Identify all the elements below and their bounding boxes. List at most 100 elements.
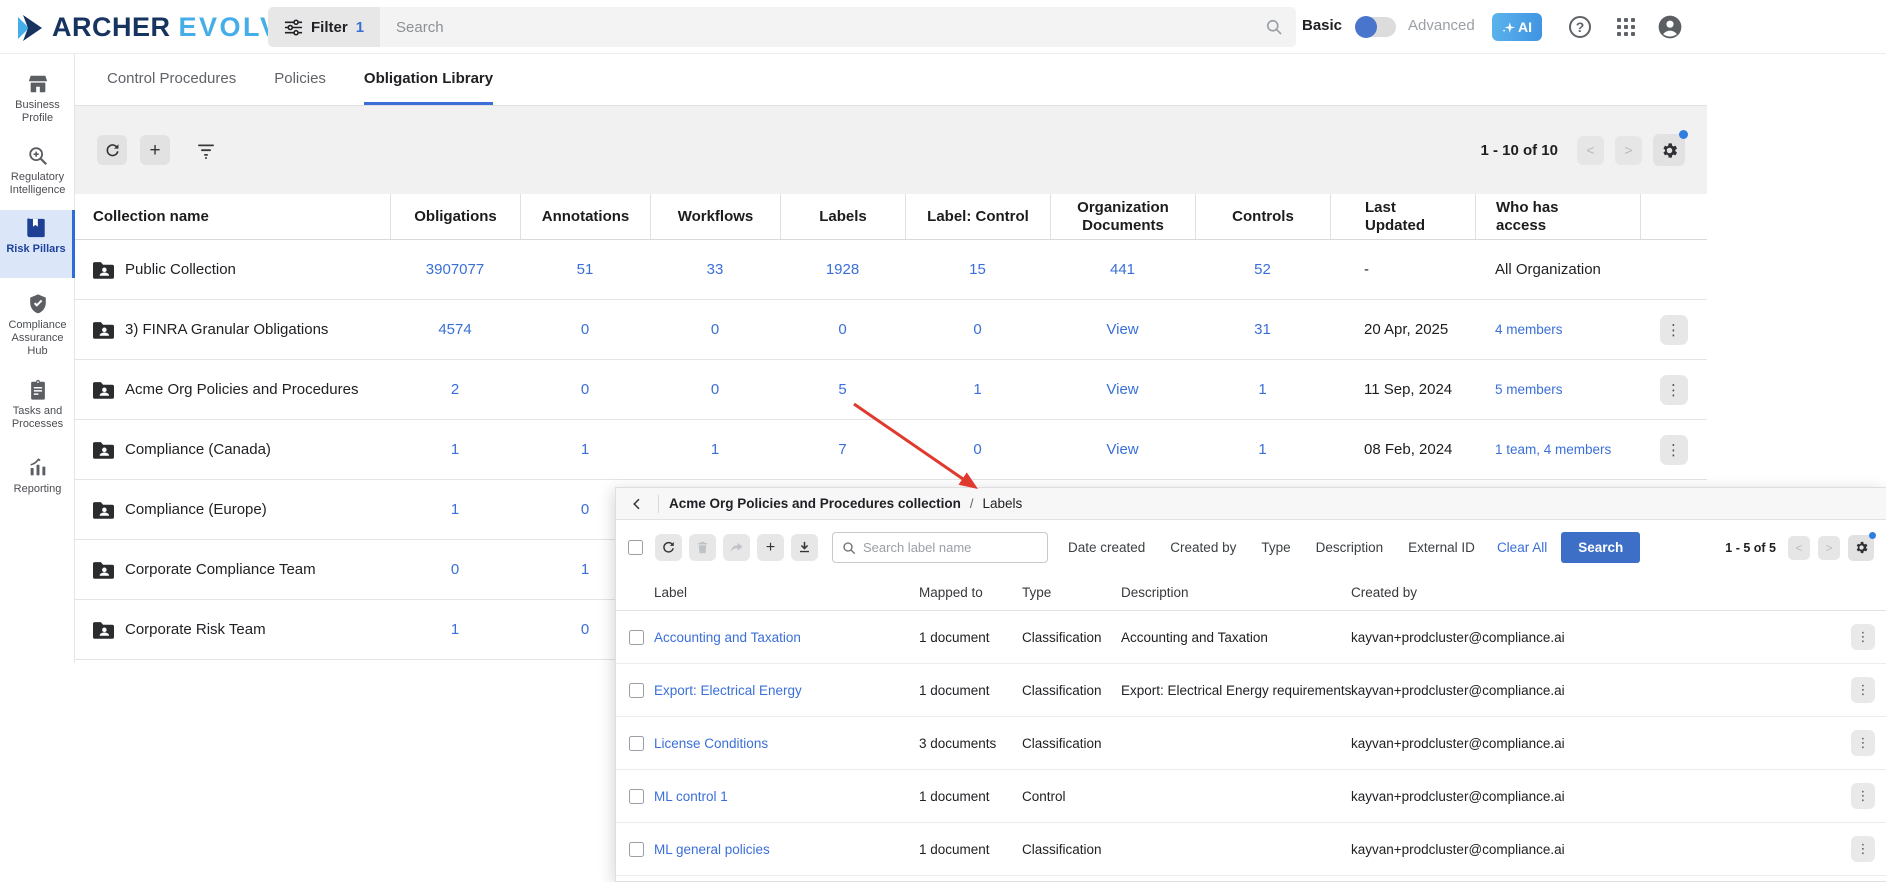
filter-button[interactable]: Filter 1 bbox=[268, 7, 380, 47]
annotations-link[interactable]: 0 bbox=[520, 300, 650, 359]
row-menu-button[interactable]: ⋮ bbox=[1660, 435, 1688, 465]
add-label-button[interactable]: + bbox=[757, 534, 784, 561]
controls-link[interactable]: 52 bbox=[1195, 240, 1330, 299]
sidebar-item-regulatory-intelligence[interactable]: Regulatory Intelligence bbox=[0, 138, 75, 204]
refresh-button[interactable] bbox=[97, 135, 127, 165]
workflows-link[interactable]: 33 bbox=[650, 240, 780, 299]
obligations-link[interactable]: 1 bbox=[390, 600, 520, 659]
help-button[interactable]: ? bbox=[1566, 13, 1594, 41]
table-row[interactable]: 3) FINRA Granular Obligations 4574 0 0 0… bbox=[75, 300, 1707, 360]
label-link[interactable]: ML control 1 bbox=[654, 789, 728, 804]
labels-link[interactable]: 0 bbox=[780, 300, 905, 359]
controls-link[interactable]: 1 bbox=[1195, 420, 1330, 479]
row-menu-button[interactable]: ⋮ bbox=[1851, 624, 1875, 650]
sidebar-item-business-profile[interactable]: Business Profile bbox=[0, 66, 75, 130]
row-menu-button[interactable]: ⋮ bbox=[1660, 315, 1688, 345]
clear-all-link[interactable]: Clear All bbox=[1497, 540, 1547, 555]
labels-link[interactable]: 1928 bbox=[780, 240, 905, 299]
members-link[interactable]: 5 members bbox=[1495, 382, 1563, 397]
search-input[interactable] bbox=[380, 7, 1296, 47]
obligations-link[interactable]: 1 bbox=[390, 420, 520, 479]
members-link[interactable]: 1 team, 4 members bbox=[1495, 442, 1611, 457]
add-collection-button[interactable]: + bbox=[140, 135, 170, 165]
row-menu-button[interactable]: ⋮ bbox=[1851, 836, 1875, 862]
sidebar-item-reporting[interactable]: Reporting bbox=[0, 450, 75, 506]
table-row[interactable]: Acme Org Policies and Procedures 2 0 0 5… bbox=[75, 360, 1707, 420]
org-documents-view-link[interactable]: View bbox=[1050, 360, 1195, 419]
label-control-link[interactable]: 0 bbox=[905, 420, 1050, 479]
label-row[interactable]: ML general policies 1 document Classific… bbox=[616, 823, 1886, 876]
label-link[interactable]: License Conditions bbox=[654, 736, 768, 751]
row-checkbox[interactable] bbox=[629, 736, 644, 751]
table-settings-button[interactable] bbox=[1653, 134, 1685, 166]
label-control-link[interactable]: 1 bbox=[905, 360, 1050, 419]
row-menu-button[interactable]: ⋮ bbox=[1660, 375, 1688, 405]
label-search-input[interactable] bbox=[833, 533, 1047, 562]
filter-created-by[interactable]: Created by bbox=[1170, 540, 1236, 555]
annotations-link[interactable]: 0 bbox=[520, 360, 650, 419]
row-checkbox[interactable] bbox=[629, 789, 644, 804]
labels-link[interactable]: 5 bbox=[780, 360, 905, 419]
filter-external-id[interactable]: External ID bbox=[1408, 540, 1475, 555]
label-control-link[interactable]: 15 bbox=[905, 240, 1050, 299]
labels-link[interactable]: 7 bbox=[780, 420, 905, 479]
obligations-link[interactable]: 1 bbox=[390, 480, 520, 539]
table-row[interactable]: Compliance (Canada) 1 1 1 7 0 View 1 08 … bbox=[75, 420, 1707, 480]
next-page-button[interactable]: > bbox=[1615, 136, 1642, 165]
tab-obligation-library[interactable]: Obligation Library bbox=[364, 54, 493, 105]
label-row[interactable]: Export: Electrical Energy 1 document Cla… bbox=[616, 664, 1886, 717]
org-documents-view-link[interactable]: View bbox=[1050, 300, 1195, 359]
label-row[interactable]: Accounting and Taxation 1 document Class… bbox=[616, 611, 1886, 664]
controls-link[interactable]: 31 bbox=[1195, 300, 1330, 359]
ai-button[interactable]: AI bbox=[1492, 13, 1542, 41]
label-link[interactable]: Export: Electrical Energy bbox=[654, 683, 802, 698]
label-link[interactable]: ML general policies bbox=[654, 842, 770, 857]
workflows-link[interactable]: 0 bbox=[650, 360, 780, 419]
search-button[interactable]: Search bbox=[1561, 532, 1640, 563]
tab-policies[interactable]: Policies bbox=[274, 54, 326, 105]
obligations-link[interactable]: 3907077 bbox=[390, 240, 520, 299]
prev-page-button[interactable]: < bbox=[1788, 536, 1810, 560]
table-settings-button[interactable] bbox=[1848, 535, 1874, 561]
table-row[interactable]: Public Collection 3907077 51 33 1928 15 … bbox=[75, 240, 1707, 300]
obligations-link[interactable]: 4574 bbox=[390, 300, 520, 359]
filter-description[interactable]: Description bbox=[1316, 540, 1384, 555]
workflows-link[interactable]: 0 bbox=[650, 300, 780, 359]
prev-page-button[interactable]: < bbox=[1577, 136, 1604, 165]
obligations-link[interactable]: 0 bbox=[390, 540, 520, 599]
label-link[interactable]: Accounting and Taxation bbox=[654, 630, 801, 645]
next-page-button[interactable]: > bbox=[1818, 536, 1840, 560]
obligations-link[interactable]: 2 bbox=[390, 360, 520, 419]
app-logo[interactable]: ARCHER EVOLV bbox=[16, 12, 281, 43]
select-all-checkbox[interactable] bbox=[628, 540, 643, 555]
annotations-link[interactable]: 1 bbox=[520, 420, 650, 479]
row-menu-button[interactable]: ⋮ bbox=[1851, 730, 1875, 756]
account-button[interactable] bbox=[1656, 13, 1684, 41]
sidebar-item-tasks-and-processes[interactable]: Tasks and Processes bbox=[0, 372, 75, 436]
row-checkbox[interactable] bbox=[629, 842, 644, 857]
label-row[interactable]: ML control 1 1 document Control kayvan+p… bbox=[616, 770, 1886, 823]
label-control-link[interactable]: 0 bbox=[905, 300, 1050, 359]
filter-list-button[interactable] bbox=[191, 135, 221, 165]
members-link[interactable]: 4 members bbox=[1495, 322, 1563, 337]
org-documents-link[interactable]: 441 bbox=[1050, 240, 1195, 299]
workflows-link[interactable]: 1 bbox=[650, 420, 780, 479]
row-menu-button[interactable]: ⋮ bbox=[1851, 677, 1875, 703]
tab-control-procedures[interactable]: Control Procedures bbox=[107, 54, 236, 105]
row-menu-button[interactable]: ⋮ bbox=[1851, 783, 1875, 809]
row-checkbox[interactable] bbox=[629, 630, 644, 645]
apps-grid-button[interactable] bbox=[1612, 13, 1640, 41]
forward-button[interactable] bbox=[723, 534, 750, 561]
annotations-link[interactable]: 51 bbox=[520, 240, 650, 299]
row-checkbox[interactable] bbox=[629, 683, 644, 698]
filter-date-created[interactable]: Date created bbox=[1068, 540, 1145, 555]
basic-advanced-toggle[interactable] bbox=[1356, 17, 1396, 37]
download-button[interactable] bbox=[791, 534, 818, 561]
sidebar-item-risk-pillars[interactable]: Risk Pillars bbox=[0, 210, 75, 278]
back-button[interactable] bbox=[626, 493, 648, 515]
org-documents-view-link[interactable]: View bbox=[1050, 420, 1195, 479]
label-row[interactable]: License Conditions 3 documents Classific… bbox=[616, 717, 1886, 770]
refresh-button[interactable] bbox=[655, 534, 682, 561]
controls-link[interactable]: 1 bbox=[1195, 360, 1330, 419]
sidebar-item-compliance-assurance-hub[interactable]: Compliance Assurance Hub bbox=[0, 286, 75, 366]
